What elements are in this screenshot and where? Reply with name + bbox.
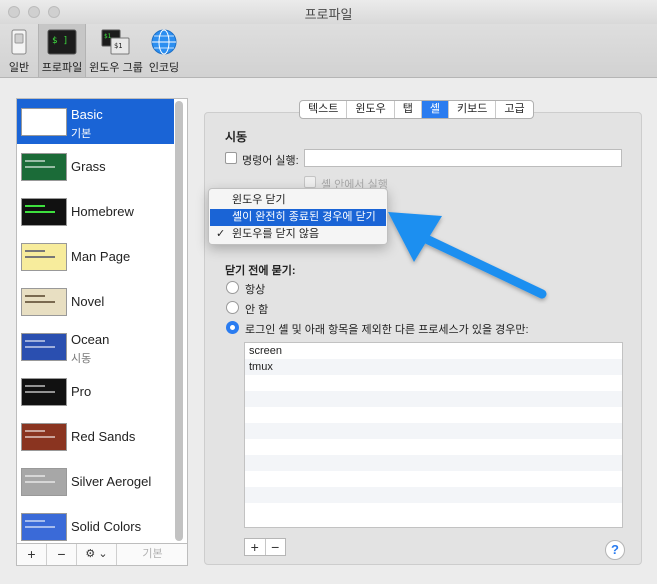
toolbar-profiles[interactable]: $ ] 프로파일: [38, 24, 86, 77]
empty-row: [245, 503, 622, 519]
tab-keyboard[interactable]: 키보드: [449, 101, 497, 118]
window-group-icon: $1 $1: [101, 29, 130, 55]
toolbar-window-groups[interactable]: $1 $1 윈도우 그룹: [88, 24, 144, 77]
tab-text[interactable]: 텍스트: [300, 101, 348, 118]
menu-item-close-window[interactable]: 윈도우 닫기: [210, 192, 386, 209]
ask-always-radio[interactable]: [226, 281, 239, 294]
switch-icon: [11, 29, 27, 55]
window-title: 프로파일: [304, 7, 353, 22]
svg-text:$1: $1: [114, 42, 122, 50]
profile-thumbnail: [21, 198, 67, 226]
checkmark-icon: ✓: [216, 228, 226, 240]
globe-icon: [151, 29, 177, 55]
profile-thumbnail: [21, 468, 67, 496]
list-item[interactable]: tmux: [245, 359, 622, 375]
empty-row: [245, 439, 622, 455]
settings-tabs: 텍스트 윈도우 탭 셸 키보드 고급: [299, 100, 534, 119]
profile-item-silver-aerogel[interactable]: Silver Aerogel: [17, 459, 174, 504]
profile-item-red-sands[interactable]: Red Sands: [17, 414, 174, 459]
ask-if-processes-label: 로그인 셸 및 아래 항목을 제외한 다른 프로세스가 있을 경우만:: [245, 324, 529, 336]
profile-item-solid-colors[interactable]: Solid Colors: [17, 504, 174, 543]
toolbar-encodings[interactable]: 인코딩: [144, 24, 184, 77]
run-command-label: 명령어 실행:: [242, 155, 299, 167]
profile-thumbnail: [21, 333, 67, 361]
svg-text:$ ]: $ ]: [52, 36, 68, 46]
profile-thumbnail: [21, 423, 67, 451]
profile-thumbnail: [21, 108, 67, 136]
gear-menu-button[interactable]: ⚙ ⌄: [77, 544, 117, 565]
list-item[interactable]: screen: [245, 343, 622, 359]
remove-profile-button[interactable]: −: [47, 544, 77, 565]
tab-shell[interactable]: 셸: [421, 101, 449, 118]
ask-never-radio[interactable]: [226, 301, 239, 314]
ask-always-label: 항상: [245, 284, 266, 296]
tab-window[interactable]: 윈도우: [347, 101, 395, 118]
terminal-icon: $ ]: [47, 29, 77, 55]
profile-item-grass[interactable]: Grass: [17, 144, 174, 189]
arrow-annotation-icon: [388, 212, 547, 299]
profile-thumbnail: [21, 378, 67, 406]
startup-section-title: 시동: [225, 130, 248, 144]
run-command-field[interactable]: [304, 149, 622, 167]
run-in-shell-checkbox[interactable]: [304, 176, 316, 188]
add-profile-button[interactable]: +: [17, 544, 47, 565]
empty-row: [245, 471, 622, 487]
process-exclusion-list[interactable]: screen tmux: [244, 342, 623, 528]
profile-thumbnail: [21, 153, 67, 181]
profile-item-man-page[interactable]: Man Page: [17, 234, 174, 279]
profile-thumbnail: [21, 288, 67, 316]
add-process-button[interactable]: +: [245, 539, 266, 555]
svg-text:$1: $1: [104, 33, 112, 40]
profile-item-novel[interactable]: Novel: [17, 279, 174, 324]
toolbar-general[interactable]: 일반: [0, 24, 38, 77]
ask-if-processes-radio[interactable]: [226, 321, 239, 334]
profile-item-pro[interactable]: Pro: [17, 369, 174, 414]
empty-row: [245, 487, 622, 503]
preferences-toolbar: 일반 $ ] 프로파일 $1 $1 윈도우 그룹 인코딩: [0, 24, 657, 78]
remove-process-button[interactable]: −: [266, 539, 286, 555]
empty-row: [245, 455, 622, 471]
close-behavior-menu: 윈도우 닫기 셸이 완전히 종료된 경우에 닫기 ✓ 윈도우를 닫지 않음: [208, 188, 388, 245]
profile-list: Basic 기본 Grass Homebrew Man Page Novel O…: [16, 98, 188, 544]
tab-advanced[interactable]: 고급: [496, 101, 532, 118]
profile-item-homebrew[interactable]: Homebrew: [17, 189, 174, 234]
profile-thumbnail: [21, 513, 67, 541]
help-button[interactable]: ?: [605, 540, 625, 560]
empty-row: [245, 423, 622, 439]
run-command-checkbox[interactable]: [225, 152, 237, 164]
menu-item-close-if-shell-exited[interactable]: 셸이 완전히 종료된 경우에 닫기: [210, 209, 386, 226]
profile-list-scrollbar[interactable]: [175, 101, 183, 541]
tab-tab[interactable]: 탭: [395, 101, 422, 118]
profile-list-controls: + − ⚙ ⌄ 기본: [16, 544, 188, 566]
profile-item-basic[interactable]: Basic 기본: [17, 99, 174, 144]
ask-never-label: 안 함: [245, 304, 269, 316]
empty-row: [245, 407, 622, 423]
profile-thumbnail: [21, 243, 67, 271]
process-list-controls: + −: [244, 538, 286, 556]
empty-row: [245, 375, 622, 391]
empty-row: [245, 391, 622, 407]
title-bar: 프로파일: [0, 0, 657, 24]
menu-item-dont-close[interactable]: ✓ 윈도우를 닫지 않음: [210, 226, 386, 243]
profile-item-ocean[interactable]: Ocean 시동: [17, 324, 174, 369]
set-default-button[interactable]: 기본: [117, 544, 188, 565]
ask-before-close-title: 닫기 전에 묻기:: [225, 265, 296, 277]
